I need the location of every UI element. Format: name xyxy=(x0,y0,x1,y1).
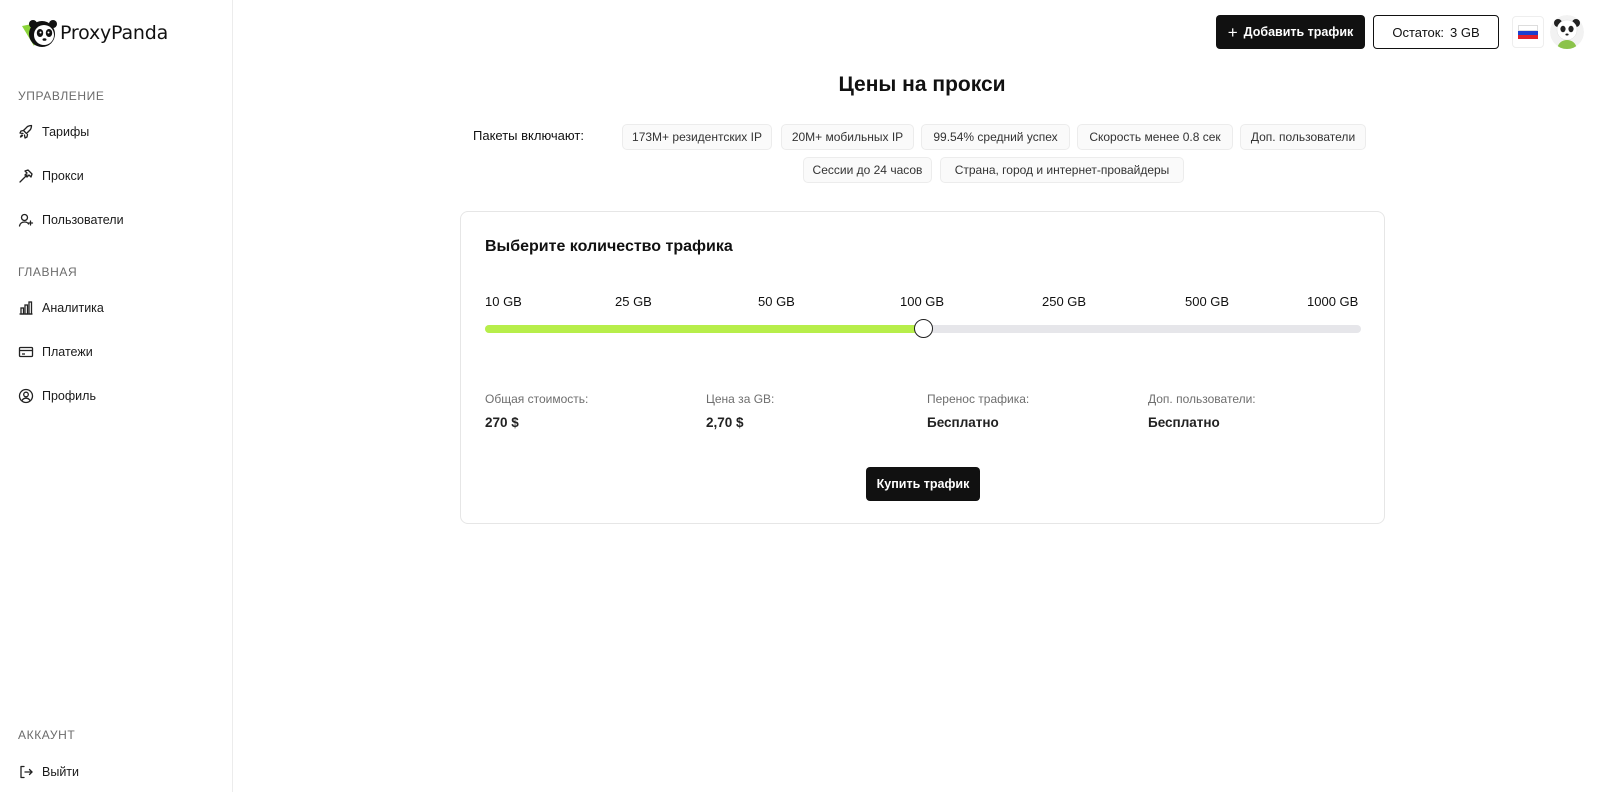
add-traffic-label: Добавить трафик xyxy=(1243,25,1354,39)
section-label-main: ГЛАВНАЯ xyxy=(18,265,78,279)
traffic-option-10gb[interactable]: 10 GB xyxy=(485,294,522,309)
sidebar-item-label: Выйти xyxy=(42,765,80,779)
sidebar-item-payments[interactable]: Платежи xyxy=(18,344,93,360)
buy-traffic-button[interactable]: Купить трафик xyxy=(866,467,980,501)
sidebar-item-tariffs[interactable]: Тарифы xyxy=(18,124,89,140)
panda-avatar-icon[interactable] xyxy=(1550,15,1584,49)
section-label-account: АККАУНТ xyxy=(18,728,76,742)
balance-label: Остаток: xyxy=(1392,24,1445,40)
user-circle-icon xyxy=(18,388,34,404)
total-cost-label: Общая стоимость: xyxy=(485,392,589,406)
price-per-gb-label: Цена за GB: xyxy=(706,392,775,406)
add-traffic-button[interactable]: + Добавить трафик xyxy=(1216,15,1365,49)
credit-card-icon xyxy=(18,344,34,360)
plus-icon: + xyxy=(1227,22,1238,42)
balance-value: 3 GB xyxy=(1450,24,1480,40)
extra-users-value: Бесплатно xyxy=(1148,415,1220,430)
sidebar-item-label: Платежи xyxy=(42,345,93,359)
sidebar: ProxyPanda УПРАВЛЕНИЕ Тарифы Прокси Поль… xyxy=(0,0,233,792)
includes-label: Пакеты включают: xyxy=(473,128,584,143)
traffic-slider-fill xyxy=(485,325,923,333)
traffic-option-1000gb[interactable]: 1000 GB xyxy=(1307,294,1358,309)
feature-chip: Страна, город и интернет-провайдеры xyxy=(940,157,1184,183)
sidebar-item-label: Пользователи xyxy=(42,213,124,227)
sidebar-item-logout[interactable]: Выйти xyxy=(18,764,79,780)
sidebar-item-label: Профиль xyxy=(42,389,96,403)
panda-logo-icon xyxy=(22,20,57,47)
traffic-option-50gb[interactable]: 50 GB xyxy=(758,294,795,309)
sidebar-item-proxy[interactable]: Прокси xyxy=(18,168,84,184)
user-plus-icon xyxy=(18,212,34,228)
extra-users-label: Доп. пользователи: xyxy=(1148,392,1256,406)
card-title: Выберите количество трафика xyxy=(485,238,733,255)
hammer-icon xyxy=(18,168,34,184)
feature-chip: 99.54% средний успех xyxy=(921,124,1070,150)
feature-chip: 173M+ резидентских IP xyxy=(622,124,772,150)
logout-icon xyxy=(18,764,34,780)
feature-chip: Скорость менее 0.8 сек xyxy=(1077,124,1233,150)
sidebar-item-users[interactable]: Пользователи xyxy=(18,212,124,228)
traffic-option-500gb[interactable]: 500 GB xyxy=(1185,294,1229,309)
bar-chart-icon xyxy=(18,300,34,316)
traffic-option-25gb[interactable]: 25 GB xyxy=(615,294,652,309)
sidebar-item-label: Аналитика xyxy=(42,301,104,315)
brand-logo[interactable]: ProxyPanda xyxy=(20,16,168,50)
sidebar-item-profile[interactable]: Профиль xyxy=(18,388,96,404)
sidebar-item-label: Тарифы xyxy=(42,125,90,139)
traffic-rollover-value: Бесплатно xyxy=(927,415,999,430)
traffic-option-100gb[interactable]: 100 GB xyxy=(900,294,944,309)
balance-badge: Остаток: 3 GB xyxy=(1373,15,1499,49)
page-title: Цены на прокси xyxy=(838,73,1006,96)
feature-chip: Сессии до 24 часов xyxy=(803,157,932,183)
sidebar-item-analytics[interactable]: Аналитика xyxy=(18,300,104,316)
traffic-slider-thumb[interactable] xyxy=(913,319,933,338)
brand-name: ProxyPanda xyxy=(60,22,169,44)
feature-chip: 20M+ мобильных IP xyxy=(781,124,914,150)
feature-chip: Доп. пользователи xyxy=(1240,124,1366,150)
price-per-gb-value: 2,70 $ xyxy=(706,415,744,430)
traffic-rollover-label: Перенос трафика: xyxy=(927,392,1030,406)
language-switcher[interactable] xyxy=(1512,16,1544,48)
total-cost-value: 270 $ xyxy=(485,415,519,430)
traffic-card: Выберите количество трафика 10 GB 25 GB … xyxy=(460,211,1385,524)
traffic-option-250gb[interactable]: 250 GB xyxy=(1042,294,1086,309)
sidebar-item-label: Прокси xyxy=(42,169,84,183)
russian-flag-icon xyxy=(1518,25,1538,39)
rocket-icon xyxy=(18,124,34,140)
